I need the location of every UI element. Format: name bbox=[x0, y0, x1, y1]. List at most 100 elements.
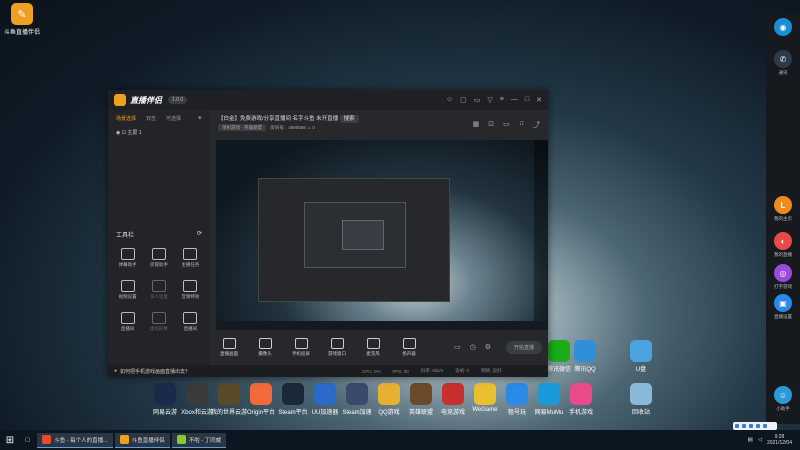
ime-icon[interactable] bbox=[749, 424, 753, 428]
tool-label: 直播间 bbox=[183, 326, 198, 331]
app-icon bbox=[282, 383, 304, 405]
ime-icon[interactable] bbox=[735, 424, 739, 428]
app-icon bbox=[442, 383, 464, 405]
sidebar-icon: ◉ bbox=[774, 18, 792, 36]
toolbox-grid: 弹幕助手 房管助手 主播任务 视频设置 多人连麦 音频特效 直播间 虚拟形象 直播间 bbox=[112, 248, 206, 332]
category[interactable]: 单机游戏 · 英雄联盟 bbox=[218, 124, 266, 131]
heat-value: 0 bbox=[312, 125, 315, 130]
network-icon[interactable]: ▤ bbox=[748, 437, 753, 443]
app-icon bbox=[154, 383, 176, 405]
lock-room-icon[interactable]: ⊡ bbox=[488, 120, 494, 130]
tool-item[interactable]: 直播间 bbox=[112, 312, 143, 332]
screen-icon[interactable]: ▭ bbox=[474, 96, 481, 104]
desktop-icon[interactable]: 腾讯QQ bbox=[565, 340, 605, 373]
maximize-icon[interactable]: □ bbox=[525, 96, 529, 104]
bottom-action[interactable]: 游戏窗口 bbox=[326, 337, 348, 357]
task-view-icon[interactable]: ▢ bbox=[20, 433, 35, 447]
start-live-button[interactable]: 开始直播 bbox=[505, 340, 542, 354]
action-label: 游戏窗口 bbox=[328, 350, 346, 356]
desktop-icon[interactable]: U盘 bbox=[621, 340, 661, 373]
desktop-icon[interactable]: 回收站 bbox=[621, 383, 661, 416]
desktop-icon-douyu-companion[interactable]: ✎ 斗鱼直播伴侣 bbox=[2, 3, 42, 36]
room-title[interactable]: 【白金】免费游戏/分享直播间 名字斗鱼 未开直播 bbox=[218, 116, 338, 122]
grid-icon[interactable]: ▦ bbox=[473, 120, 480, 130]
timer-icon[interactable]: ◷ bbox=[470, 343, 476, 351]
bottom-action[interactable]: 摄像头 bbox=[254, 337, 276, 357]
record-icon[interactable]: ▭ bbox=[454, 343, 461, 351]
room-number: 房间号：4980558 bbox=[270, 125, 306, 130]
settings-icon[interactable]: ⚙ bbox=[485, 343, 491, 351]
window-titlebar[interactable]: 直播伴侣 1.0.0 ☺ ▢ ▭ ▽ ≡ — □ ✕ bbox=[108, 90, 548, 110]
tab-optional[interactable]: 可选择 bbox=[166, 115, 181, 122]
tab-scene[interactable]: 场景选择 bbox=[116, 115, 136, 122]
clock[interactable]: 9:28 2021/12/04 bbox=[767, 434, 792, 446]
tool-label: 弹幕助手 bbox=[118, 262, 137, 267]
app-icon bbox=[474, 383, 496, 405]
app-icon bbox=[570, 383, 592, 405]
sidebar-item[interactable]: ✆ 通讯 bbox=[766, 50, 800, 76]
tool-item[interactable]: 直播间 bbox=[175, 312, 206, 332]
taskbar-app-label: 不啦 - 丁同威 bbox=[188, 437, 222, 444]
share-icon[interactable]: ⤴ bbox=[533, 120, 540, 130]
windows-start-icon[interactable]: ⊞ bbox=[0, 435, 20, 446]
tool-item[interactable]: 弹幕助手 bbox=[112, 248, 143, 268]
ime-icon[interactable] bbox=[742, 424, 746, 428]
tool-item[interactable]: 多人连麦 bbox=[143, 280, 174, 300]
sidebar-item[interactable]: ◉ bbox=[766, 18, 800, 38]
bell-icon[interactable]: ♫ bbox=[519, 120, 524, 130]
tool-item[interactable]: 房管助手 bbox=[143, 248, 174, 268]
sidebar-label: 通讯 bbox=[778, 70, 788, 75]
refresh-icon[interactable]: ⟳ bbox=[197, 230, 202, 239]
ime-toolbar[interactable] bbox=[733, 422, 777, 430]
minimize-icon[interactable]: — bbox=[511, 96, 518, 104]
stream-preview[interactable] bbox=[216, 140, 548, 330]
ime-icon[interactable] bbox=[763, 424, 767, 428]
tool-icon bbox=[120, 312, 135, 324]
taskbar-app[interactable]: 不啦 - 丁同威 bbox=[171, 432, 227, 448]
tool-item[interactable]: 音频特效 bbox=[175, 280, 206, 300]
bottom-action[interactable]: 手机投屏 bbox=[290, 337, 312, 357]
tool-item[interactable]: 视频设置 bbox=[112, 280, 143, 300]
scene-label: 主屏 1 bbox=[127, 130, 142, 136]
sidebar-item[interactable]: ▣ 直播设置 bbox=[766, 294, 800, 320]
menu-icon[interactable]: ≡ bbox=[500, 96, 504, 104]
app-icon bbox=[346, 383, 368, 405]
ime-icon[interactable] bbox=[756, 424, 760, 428]
nested-window-preview-3 bbox=[342, 220, 384, 250]
status-item: FPS: 30 bbox=[392, 368, 409, 374]
taskbar-app[interactable]: 斗鱼 - 每个人的直播... bbox=[37, 432, 113, 448]
tool-item[interactable]: 主播任务 bbox=[175, 248, 206, 268]
add-scene-icon[interactable]: + bbox=[198, 115, 202, 122]
sidebar-item[interactable]: ◐ 我的直播 bbox=[766, 232, 800, 258]
message-icon[interactable]: ▢ bbox=[460, 96, 467, 104]
lock-icon[interactable]: ⊡ bbox=[122, 130, 126, 136]
eye-icon[interactable]: ◉ bbox=[116, 130, 120, 136]
bottom-action[interactable]: 扬声器 bbox=[398, 337, 420, 357]
gift-icon[interactable]: ▽ bbox=[487, 96, 492, 104]
clock-date: 2021/12/04 bbox=[766, 440, 792, 446]
app-icon bbox=[506, 383, 528, 405]
room-tag[interactable]: 搜索 bbox=[339, 115, 359, 123]
action-icon bbox=[222, 337, 236, 349]
preview-taskbar bbox=[216, 321, 548, 330]
preview-icon[interactable]: ▭ bbox=[503, 120, 510, 130]
tab-dual[interactable]: 双击 bbox=[146, 115, 156, 122]
bottom-action[interactable]: 直播画面 bbox=[218, 337, 240, 357]
sidebar-item[interactable]: ◎ 打字游戏 bbox=[766, 264, 800, 290]
taskbar-app[interactable]: 斗鱼直播伴侣 bbox=[114, 432, 170, 448]
version-badge[interactable]: 1.0.0 bbox=[168, 96, 188, 104]
volume-icon[interactable]: ◁ bbox=[758, 437, 762, 443]
sidebar-item[interactable]: L 我的主页 bbox=[766, 196, 800, 222]
tool-label: 房管助手 bbox=[149, 262, 168, 267]
scene-item[interactable]: ◉ ⊡ 主屏 1 bbox=[108, 127, 210, 138]
tool-item[interactable]: 虚拟形象 bbox=[143, 312, 174, 332]
system-tray: ▤ ◁ 9:28 2021/12/04 bbox=[748, 434, 800, 446]
tool-icon bbox=[183, 280, 198, 292]
bottom-action[interactable]: 麦克风 bbox=[362, 337, 384, 357]
avatar-icon[interactable]: ☺ bbox=[446, 96, 453, 104]
sidebar-item[interactable]: ☺ 小助手 bbox=[766, 386, 800, 412]
desktop-icon[interactable]: 手机游戏 bbox=[561, 383, 601, 416]
close-icon[interactable]: ✕ bbox=[536, 96, 542, 104]
desktop-icon-label: 腾讯QQ bbox=[574, 367, 596, 373]
app-icon bbox=[630, 383, 652, 405]
